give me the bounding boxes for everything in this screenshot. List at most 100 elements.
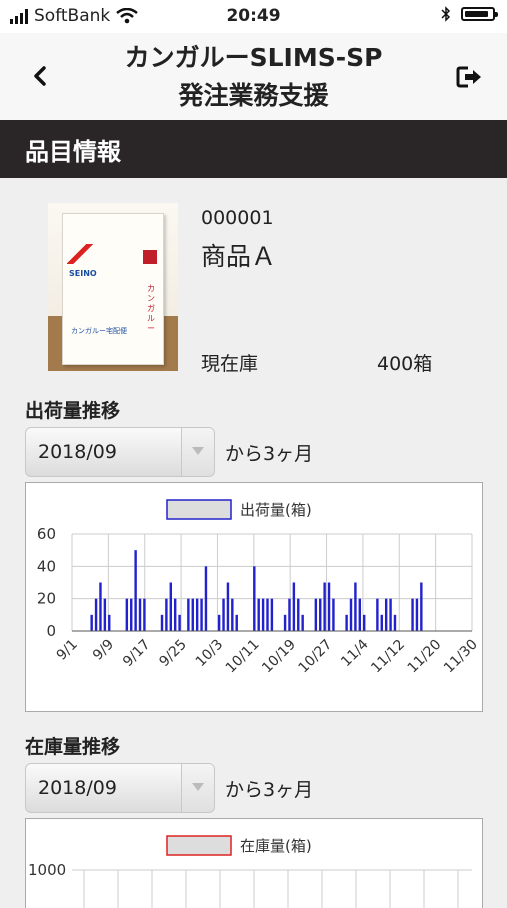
chart-bar — [420, 582, 423, 631]
section-title: 品目情報 — [25, 138, 121, 166]
chart-bar — [99, 582, 102, 631]
y-tick-label: 40 — [37, 557, 56, 575]
y-tick-label: 1000 — [28, 861, 66, 879]
inventory-title: 在庫量推移 — [25, 736, 121, 758]
chart-bar — [362, 614, 366, 631]
x-tick-label: 10/3 — [193, 637, 227, 671]
section-header: 品目情報 — [0, 120, 507, 178]
chart-bar — [270, 598, 274, 631]
chart-bar — [297, 598, 300, 631]
chart-bar — [314, 598, 318, 631]
product-image: SEINO カンガルー カンガルー宅配便 — [48, 203, 178, 371]
chart-bar — [226, 582, 230, 631]
chart-bar — [169, 582, 172, 631]
bluetooth-icon — [441, 6, 451, 22]
chart-bar — [301, 614, 304, 631]
shipment-chart: 出荷量(箱) 0 20 40 60 9/1 9/9 9/17 9/25 10/3 10/11 10/1… — [25, 482, 483, 712]
chart-bar — [266, 598, 269, 631]
shipment-month-value: 2018/09 — [38, 441, 117, 463]
y-tick-label: 0 — [46, 622, 56, 640]
chart-bar — [222, 598, 225, 631]
inventory-month-select[interactable]: 2018/09 — [25, 763, 215, 813]
chart-bar — [130, 598, 133, 631]
x-tick-label: 11/4 — [338, 636, 372, 670]
chart-bar — [217, 614, 221, 631]
legend-swatch — [166, 499, 232, 520]
chart-bar — [187, 598, 190, 631]
logout-icon[interactable] — [455, 63, 485, 93]
x-tick-label: 10/27 — [296, 637, 336, 677]
chart-bar — [103, 598, 107, 631]
clock: 20:49 — [226, 6, 281, 26]
legend-label: 在庫量(箱) — [240, 837, 312, 855]
chart-bar — [283, 614, 287, 631]
status-bar: SoftBank 20:49 — [0, 0, 507, 33]
chart-bar — [204, 566, 208, 631]
chart-bar — [393, 614, 397, 631]
chart-bar — [354, 582, 357, 631]
chevron-down-icon[interactable] — [181, 428, 214, 476]
legend-label: 出荷量(箱) — [240, 501, 312, 519]
shipment-range-text: から3ヶ月 — [225, 443, 314, 465]
inventory-chart-svg: 在庫量(箱) 1000 — [28, 835, 472, 908]
title-line-2: 発注業務支援 — [178, 81, 329, 110]
chart-bar — [160, 614, 164, 631]
x-tick-label: 11/30 — [441, 637, 481, 677]
chart-bar — [261, 598, 265, 631]
product-name: 商品Ａ — [201, 242, 277, 271]
chart-bar — [349, 598, 353, 631]
x-tick-label: 9/25 — [156, 637, 190, 671]
chart-bar — [415, 598, 419, 631]
chart-bar — [125, 598, 129, 631]
inventory-range-text: から3ヶ月 — [225, 779, 314, 801]
inventory-month-value: 2018/09 — [38, 777, 117, 799]
chart-bar — [231, 598, 234, 631]
x-tick-label: 10/19 — [259, 637, 299, 677]
x-tick-label: 9/9 — [90, 637, 117, 664]
battery-icon — [461, 7, 498, 21]
chart-bar — [191, 598, 194, 631]
inventory-chart: 在庫量(箱) 1000 — [25, 818, 483, 908]
shipment-month-select[interactable]: 2018/09 — [25, 427, 215, 477]
chart-bar — [327, 582, 331, 631]
chevron-left-icon[interactable] — [25, 61, 55, 91]
chart-bar — [358, 598, 362, 631]
chevron-down-icon[interactable] — [181, 764, 214, 812]
chart-bar — [411, 598, 414, 631]
stock-value: 400箱 — [377, 353, 433, 375]
x-tick-label: 10/11 — [223, 637, 263, 677]
chart-bar — [134, 550, 137, 631]
chart-bar — [380, 614, 383, 631]
nav-bar: カンガルーSLIMS-SP 発注業務支援 — [0, 33, 507, 121]
chart-bar — [288, 598, 291, 631]
x-tick-label: 9/17 — [120, 637, 154, 671]
chart-bar — [384, 598, 388, 631]
x-tick-label: 11/12 — [368, 637, 408, 677]
y-tick-label: 60 — [37, 525, 56, 543]
stock-label: 現在庫 — [201, 353, 259, 375]
title-line-1: カンガルーSLIMS-SP — [124, 43, 383, 72]
chart-bar — [376, 598, 379, 631]
y-tick-label: 20 — [37, 590, 56, 608]
chart-bar — [345, 614, 348, 631]
x-tick-label: 9/1 — [54, 637, 81, 664]
chart-bar — [332, 598, 335, 631]
status-right — [441, 6, 498, 22]
chart-bar — [165, 598, 168, 631]
shipment-title: 出荷量推移 — [25, 400, 121, 422]
chart-bar — [235, 614, 238, 631]
chart-bar — [143, 598, 146, 631]
page-title: カンガルーSLIMS-SP 発注業務支援 — [60, 39, 447, 115]
chart-bar — [319, 598, 322, 631]
chart-bar — [323, 582, 326, 631]
chart-bar — [90, 614, 93, 631]
product-code: 000001 — [201, 207, 274, 229]
chart-bar — [292, 582, 296, 631]
chart-bar — [195, 598, 199, 631]
legend-swatch — [166, 835, 232, 856]
shipment-chart-svg: 出荷量(箱) 0 20 40 60 9/1 9/9 9/17 9/25 10/310/1110/1… — [37, 499, 481, 677]
x-tick-label: 11/20 — [405, 637, 445, 677]
chart-bar — [138, 598, 142, 631]
chart-bar — [257, 598, 260, 631]
chart-bar — [108, 614, 111, 631]
